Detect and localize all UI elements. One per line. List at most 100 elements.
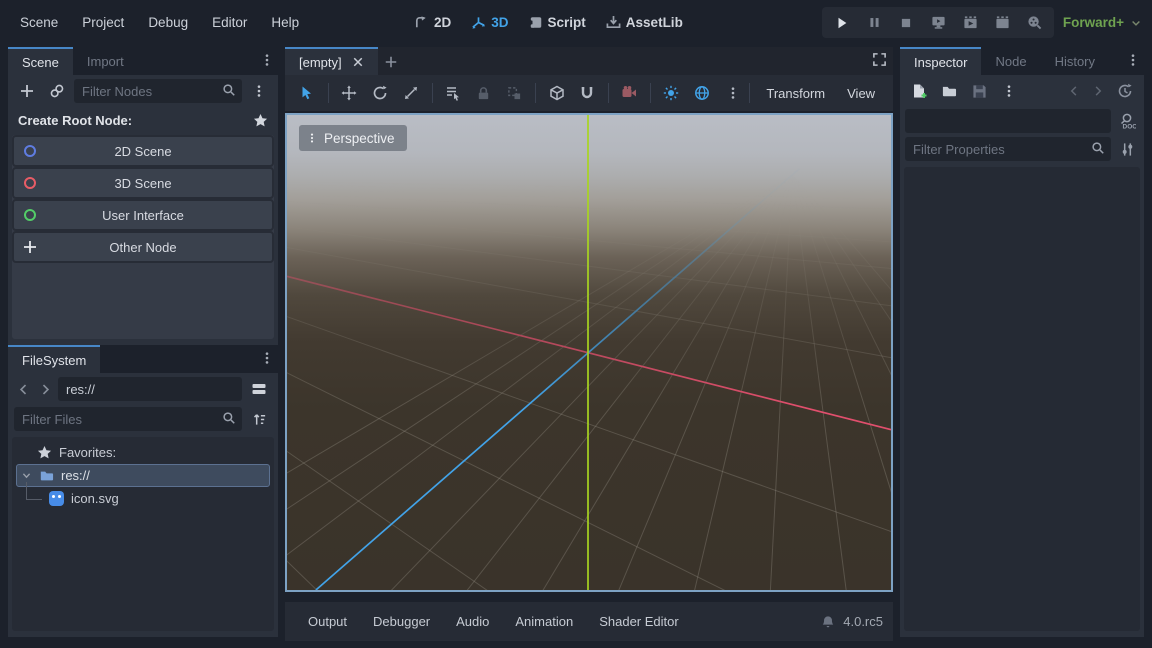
tab-import[interactable]: Import (73, 47, 138, 75)
scene-tab-empty[interactable]: [empty] (285, 47, 378, 75)
menu-scene[interactable]: Scene (8, 0, 70, 45)
bottom-tab-shader-editor[interactable]: Shader Editor (586, 602, 692, 641)
object-name-field[interactable] (905, 109, 1111, 133)
menu-editor[interactable]: Editor (200, 0, 259, 45)
resource-options-icon[interactable] (996, 79, 1022, 103)
create-3d-scene-button[interactable]: 3D Scene (12, 167, 274, 199)
transform-menu[interactable]: Transform (756, 86, 835, 101)
tab-scene[interactable]: Scene (8, 47, 73, 75)
move-tool-icon[interactable] (335, 79, 364, 107)
nav-back-icon[interactable] (14, 377, 32, 401)
bottom-tab-animation[interactable]: Animation (502, 602, 586, 641)
group-icon[interactable] (500, 79, 529, 107)
3d-workspace-icon (471, 15, 486, 30)
select-tool-icon[interactable] (293, 79, 322, 107)
tree-row-res[interactable]: res:// (16, 464, 270, 487)
3d-grid-and-axes (287, 115, 891, 590)
movie-maker-toggle[interactable] (1020, 10, 1048, 36)
history-forward-icon[interactable] (1088, 79, 1108, 103)
view-perspective-menu[interactable]: Perspective (299, 125, 407, 151)
inspector-properties-panel (904, 167, 1140, 631)
add-node-button[interactable] (14, 79, 40, 103)
drag-dots-icon (307, 131, 317, 145)
bottom-tab-debugger[interactable]: Debugger (360, 602, 443, 641)
view-options-icon[interactable] (719, 79, 748, 107)
sort-files-icon[interactable] (246, 407, 272, 431)
pause-button[interactable] (860, 10, 888, 36)
scale-tool-icon[interactable] (397, 79, 426, 107)
workspace-switcher: 2D 3D Script AssetLib (414, 0, 683, 45)
create-ui-scene-button[interactable]: User Interface (12, 199, 274, 231)
workspace-script-button[interactable]: Script (529, 15, 586, 30)
sun-icon[interactable] (657, 79, 686, 107)
filter-tools-icon[interactable] (1115, 137, 1139, 161)
chevron-down-icon (1130, 17, 1142, 29)
filter-files-input[interactable] (14, 407, 242, 431)
instantiate-scene-button[interactable] (44, 79, 70, 103)
favorites-row[interactable]: Favorites: (14, 441, 272, 464)
toggle-split-mode-icon[interactable] (246, 377, 272, 401)
play-button[interactable] (828, 10, 856, 36)
new-scene-tab-button[interactable] (378, 49, 404, 75)
tab-inspector[interactable]: Inspector (900, 47, 981, 75)
tree-row-icon-svg[interactable]: icon.svg (14, 487, 272, 510)
playbar (822, 7, 1054, 38)
lock-icon[interactable] (469, 79, 498, 107)
notifications-bell-icon[interactable] (821, 615, 835, 629)
dock-menu-icon[interactable] (260, 351, 274, 365)
filter-properties-input[interactable] (905, 137, 1111, 161)
play-custom-scene-button[interactable] (988, 10, 1016, 36)
bottom-tab-audio[interactable]: Audio (443, 602, 502, 641)
load-resource-folder-icon[interactable] (936, 79, 962, 103)
rotate-tool-icon[interactable] (366, 79, 395, 107)
favorites-star-icon[interactable] (253, 113, 268, 128)
scene-tree-options-icon[interactable] (246, 79, 272, 103)
workspace-assetlib-button[interactable]: AssetLib (606, 15, 683, 30)
new-resource-icon[interactable] (906, 79, 932, 103)
inspector-dock: Inspector Node History DOC (900, 47, 1144, 637)
preview-camera-icon[interactable] (615, 79, 644, 107)
create-other-node-button[interactable]: Other Node (12, 231, 274, 263)
search-icon (1091, 141, 1105, 155)
renderer-selector[interactable]: Forward+ (1063, 0, 1142, 45)
menu-debug[interactable]: Debug (136, 0, 200, 45)
folder-icon (39, 469, 54, 483)
view-menu[interactable]: View (837, 86, 885, 101)
tab-node[interactable]: Node (981, 47, 1040, 75)
environment-globe-icon[interactable] (688, 79, 717, 107)
close-icon[interactable] (352, 56, 364, 68)
stop-button[interactable] (892, 10, 920, 36)
select-list-icon[interactable] (439, 79, 468, 107)
remote-debug-icon[interactable] (924, 10, 952, 36)
distraction-free-icon[interactable] (872, 52, 887, 67)
3d-viewport[interactable]: Perspective (285, 113, 893, 592)
play-scene-button[interactable] (956, 10, 984, 36)
script-workspace-icon (529, 15, 543, 30)
chevron-down-icon[interactable] (21, 470, 32, 481)
open-docs-icon[interactable]: DOC (1115, 109, 1139, 133)
create-root-node-label: Create Root Node: (18, 113, 132, 128)
workspace-3d-button[interactable]: 3D (471, 15, 508, 30)
snap-magnet-icon[interactable] (573, 79, 602, 107)
create-2d-scene-button[interactable]: 2D Scene (12, 135, 274, 167)
bottom-tab-output[interactable]: Output (295, 602, 360, 641)
file-tree: Favorites: res:// icon.svg (12, 437, 274, 631)
dock-menu-icon[interactable] (260, 53, 274, 67)
node3d-circle-icon (24, 177, 36, 189)
filter-nodes-input[interactable] (74, 79, 242, 103)
menu-help[interactable]: Help (259, 0, 311, 45)
favorites-star-icon (37, 445, 52, 460)
menu-list: Scene Project Debug Editor Help (8, 0, 311, 45)
nav-forward-icon[interactable] (36, 377, 54, 401)
workspace-2d-button[interactable]: 2D (414, 15, 451, 30)
history-back-icon[interactable] (1064, 79, 1084, 103)
menu-project[interactable]: Project (70, 0, 136, 45)
tab-filesystem[interactable]: FileSystem (8, 345, 100, 373)
mesh-box-icon[interactable] (542, 79, 571, 107)
tab-history[interactable]: History (1041, 47, 1109, 75)
dock-menu-icon[interactable] (1126, 53, 1140, 67)
object-history-icon[interactable] (1112, 79, 1138, 103)
save-resource-icon[interactable] (966, 79, 992, 103)
scene-dock: Scene Import Create Root Node: 2D Scene (8, 47, 278, 345)
current-path-field[interactable] (58, 377, 242, 401)
